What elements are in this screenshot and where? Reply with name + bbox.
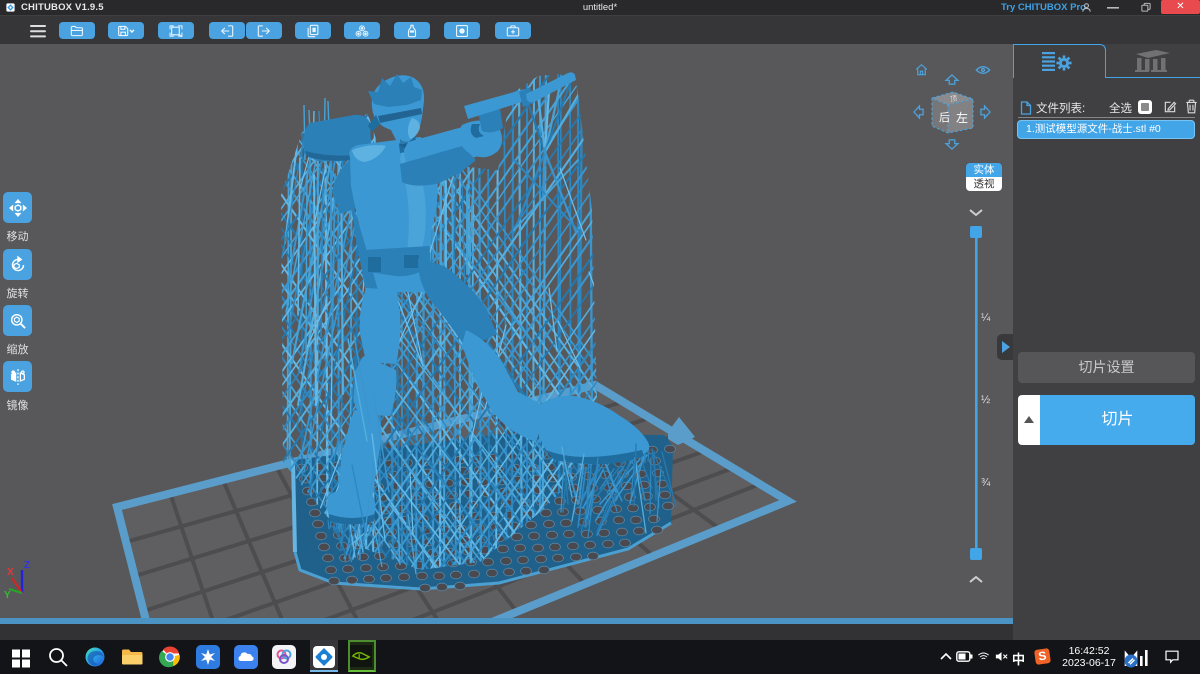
svg-text:顶: 顶	[949, 95, 957, 104]
svg-text:左: 左	[956, 110, 968, 125]
svg-text:Y: Y	[4, 590, 11, 598]
svg-text:X: X	[7, 567, 14, 578]
svg-text:Z: Z	[24, 560, 30, 571]
svg-text:后: 后	[939, 111, 950, 124]
